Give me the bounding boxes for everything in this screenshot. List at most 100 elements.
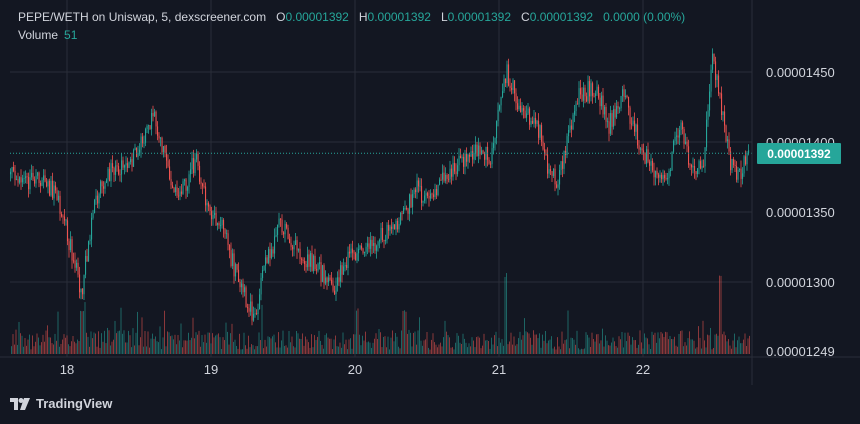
volume-bar — [362, 335, 363, 354]
x-tick-label: 20 — [348, 362, 362, 377]
candle-body — [311, 253, 313, 271]
volume-bar — [279, 347, 281, 354]
volume-bar — [527, 332, 528, 354]
volume-bar — [209, 332, 210, 354]
volume-bar — [42, 334, 44, 354]
candle-body — [695, 171, 697, 175]
volume-bar — [420, 340, 422, 354]
volume-bar — [650, 349, 651, 354]
price-chart[interactable]: 1819202122 0.000014500.000014000.0000135… — [0, 0, 860, 424]
volume-bar — [537, 338, 539, 354]
candle-body — [52, 180, 54, 199]
candle-body — [188, 174, 190, 187]
volume-bar — [453, 349, 455, 354]
candle-body — [325, 277, 327, 284]
candle-body — [718, 75, 720, 94]
volume-bar — [629, 335, 630, 354]
candle-body — [196, 153, 198, 160]
candle-body — [722, 111, 724, 115]
volume-bar — [330, 338, 332, 354]
volume-bar — [609, 345, 611, 354]
volume-bar — [611, 342, 612, 354]
volume-bar — [423, 340, 425, 354]
volume-bar — [119, 330, 120, 354]
volume-bar — [210, 343, 212, 354]
volume-bar — [593, 338, 594, 354]
candle-body — [679, 129, 681, 138]
candle-body — [676, 135, 678, 137]
volume-bar — [450, 347, 452, 354]
candle-body — [581, 94, 583, 101]
candle-body — [743, 156, 745, 174]
candle-body — [40, 182, 42, 186]
candle-body — [553, 168, 555, 176]
volume-bar — [507, 344, 509, 354]
candle-body — [359, 245, 361, 249]
y-tick-label: 0.00001300 — [766, 275, 835, 290]
volume-bar — [564, 340, 566, 354]
volume-bar — [170, 336, 171, 354]
volume-bar — [309, 347, 311, 354]
candle-body — [289, 238, 291, 243]
chart-container[interactable]: 1819202122 0.000014500.000014000.0000135… — [0, 0, 860, 424]
volume-bar — [644, 333, 645, 354]
candle-body — [304, 260, 306, 265]
volume-bar — [705, 347, 707, 354]
candle-body — [454, 162, 456, 172]
volume-bar — [108, 330, 110, 354]
candle-body — [151, 113, 153, 129]
candle-body — [190, 169, 192, 175]
volume-bar — [576, 330, 578, 354]
candle-body — [142, 136, 144, 144]
volume-bar — [276, 347, 278, 354]
candle-body — [485, 146, 487, 160]
brand-name: TradingView — [36, 396, 113, 411]
candle-body — [364, 251, 366, 253]
candle-body — [34, 179, 36, 184]
volume-bar — [741, 343, 743, 354]
volume-bar — [261, 304, 263, 354]
volume-bar — [60, 343, 62, 354]
candle-body — [649, 161, 651, 166]
volume-bar — [596, 334, 597, 354]
volume-bar — [44, 341, 45, 354]
volume-bar — [653, 334, 654, 354]
candle-body — [331, 279, 333, 284]
volume-bar — [252, 345, 254, 354]
volume-bar — [480, 348, 482, 354]
volume-bar — [74, 341, 75, 354]
volume-bar — [581, 348, 582, 354]
volume-bar — [26, 345, 27, 354]
candle-body — [740, 168, 742, 179]
volume-bar — [570, 337, 572, 354]
candle-body — [428, 195, 430, 199]
candle-body — [556, 184, 558, 188]
volume-bar — [131, 347, 132, 354]
volume-bar — [167, 331, 168, 354]
volume-bar — [101, 333, 102, 354]
candle-body — [449, 168, 451, 180]
candle-body — [229, 244, 231, 251]
volume-bar — [267, 336, 269, 354]
volume-bar — [258, 332, 260, 354]
candle-body — [163, 146, 165, 153]
volume-bar — [120, 307, 122, 354]
candle-body — [254, 313, 256, 315]
candle-body — [223, 219, 225, 230]
volume-bar — [237, 348, 239, 354]
candle-body — [467, 154, 469, 162]
candle-body — [683, 128, 685, 144]
candle-body — [263, 265, 265, 271]
volume-bar — [633, 340, 635, 354]
volume-bar — [726, 341, 728, 354]
volume-bar — [461, 343, 462, 354]
candle-body — [334, 290, 336, 295]
candle-body — [202, 183, 204, 187]
candle-body — [736, 165, 738, 180]
candle-body — [256, 313, 258, 315]
candle-body — [598, 86, 600, 98]
volume-bar — [399, 348, 401, 354]
tradingview-logo[interactable]: TradingView — [10, 396, 112, 411]
volume-bar — [90, 331, 92, 354]
volume-bar — [98, 331, 99, 354]
